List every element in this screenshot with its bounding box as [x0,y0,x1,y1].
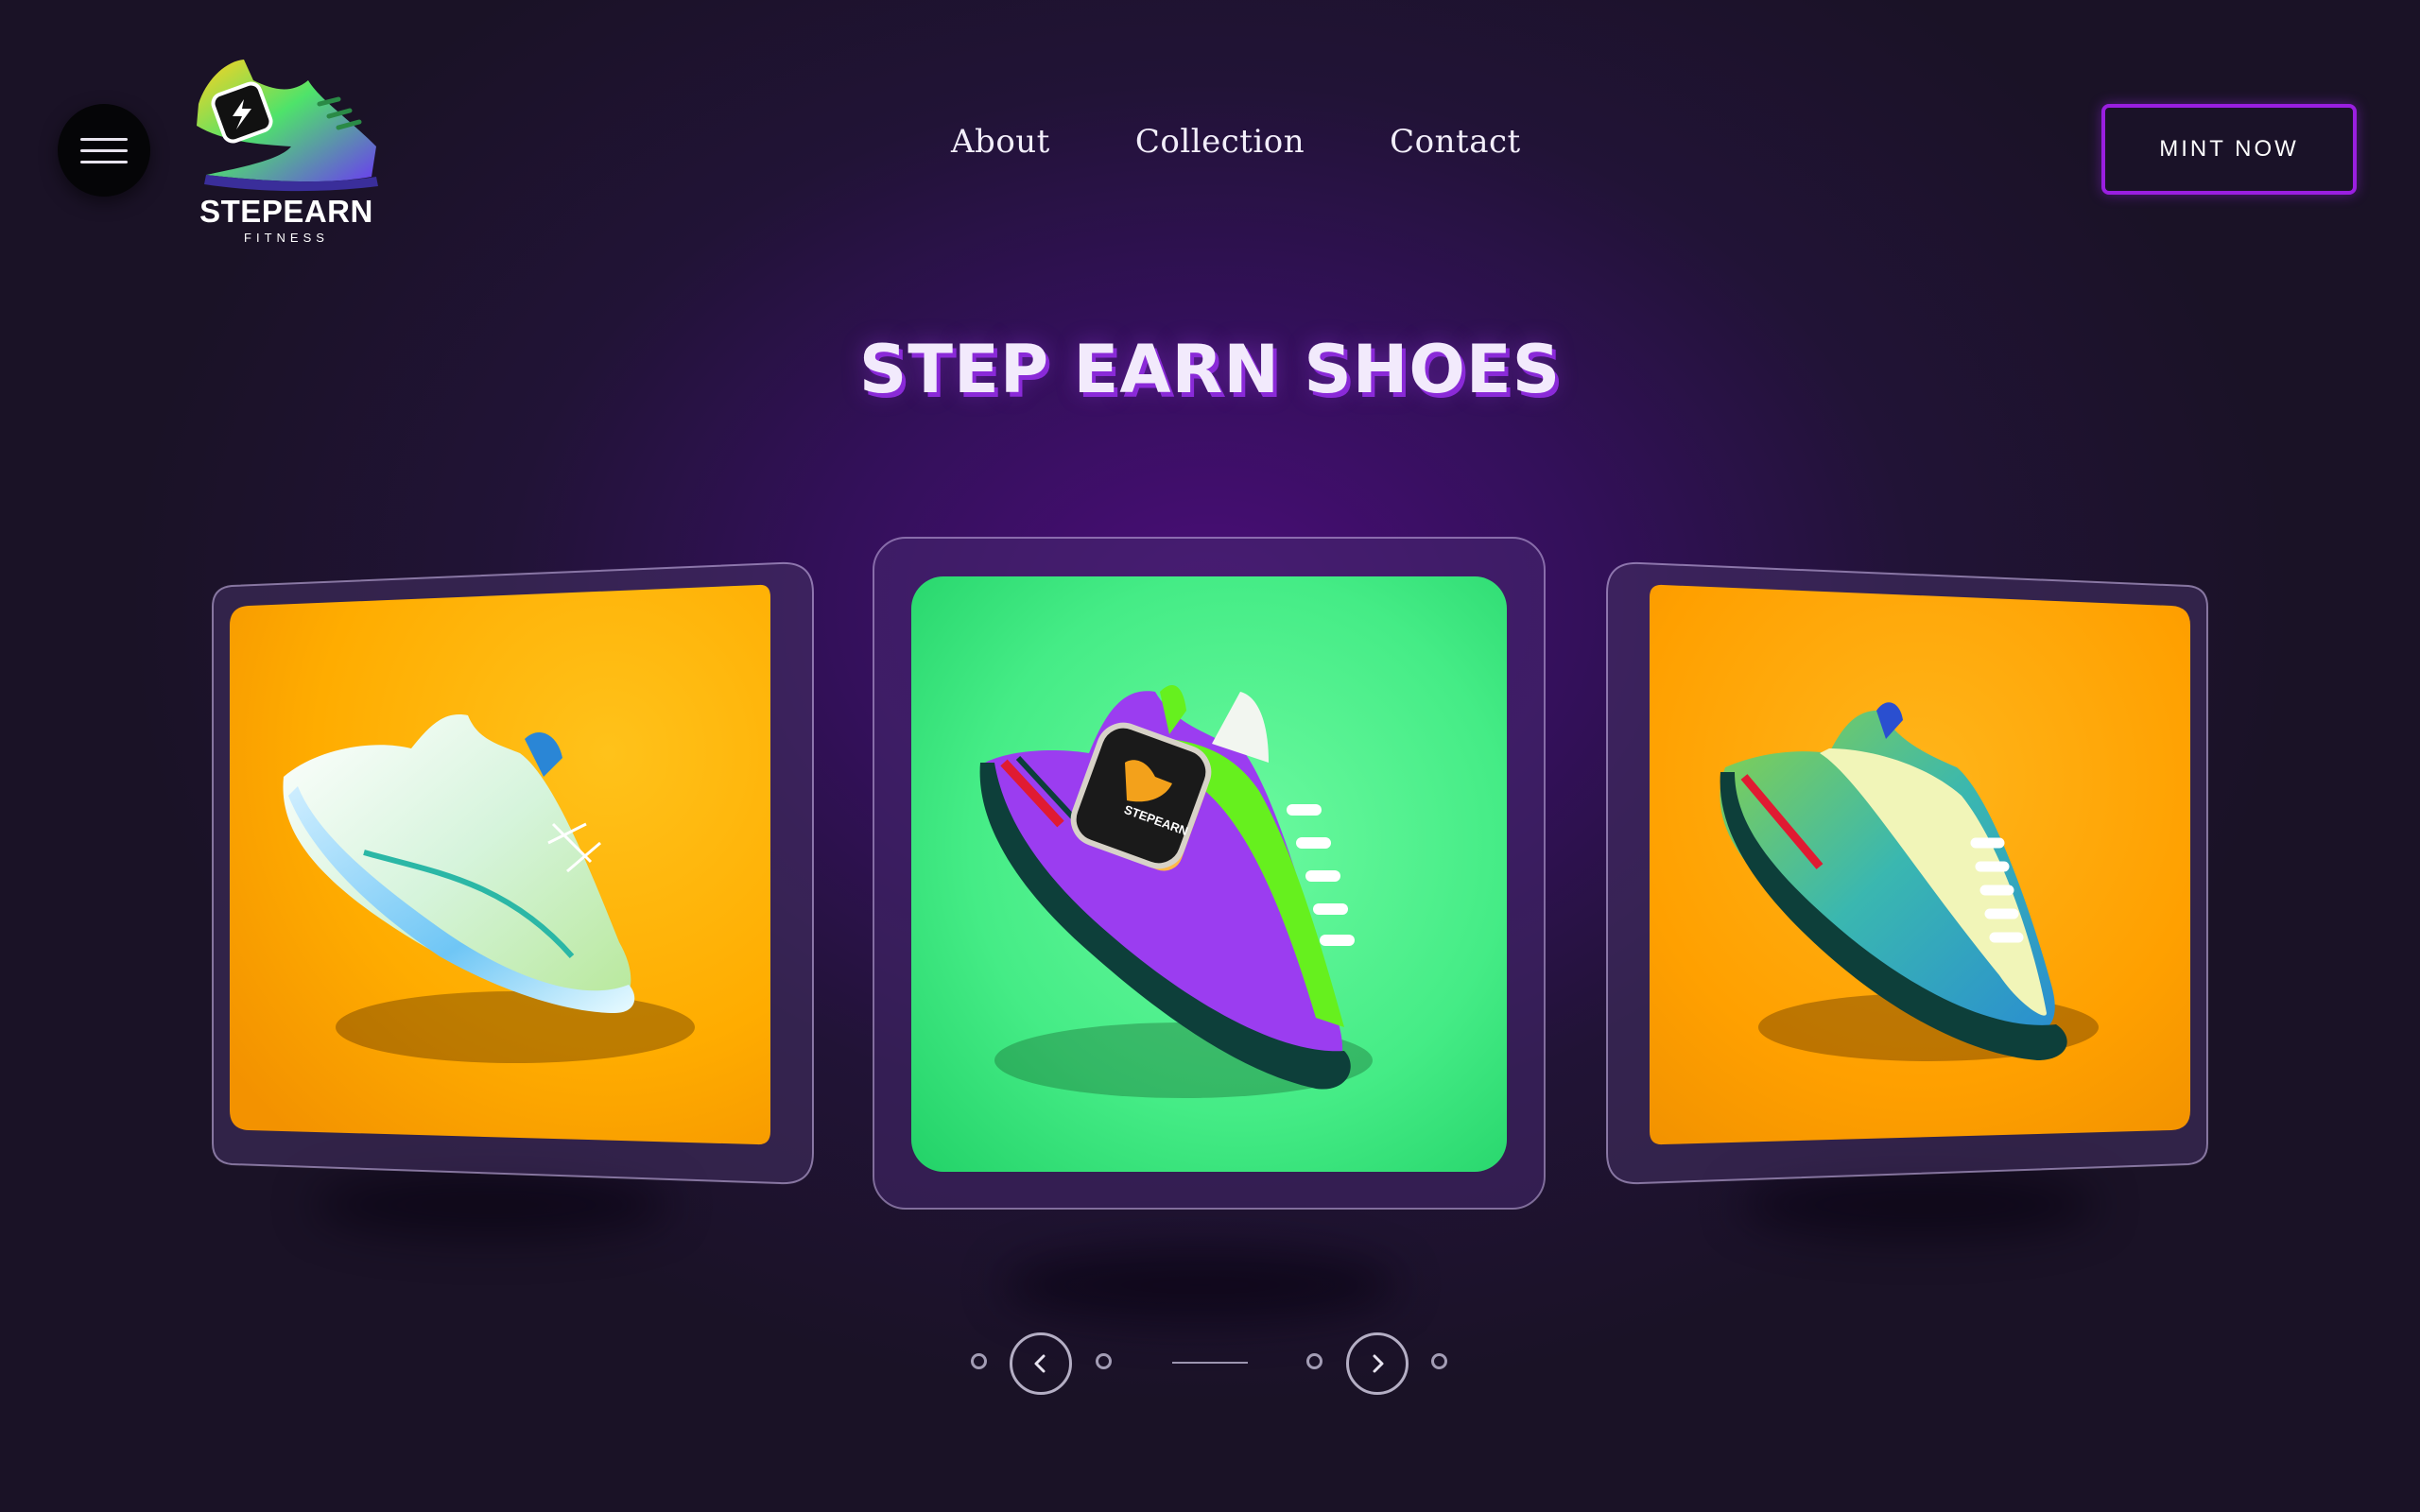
nav-link-contact[interactable]: Contact [1390,123,1521,161]
mint-now-button[interactable]: MINT NOW [2101,104,2357,195]
prev-slide-button[interactable] [1010,1332,1072,1395]
pager-divider [1172,1362,1248,1364]
chevron-right-icon [1373,1354,1384,1373]
pager-dot[interactable] [971,1353,987,1369]
page-title: STEP EARN SHOES [858,331,1562,408]
logo[interactable]: STEPEARN FITNESS [187,52,386,250]
shoe-card-left[interactable] [194,559,818,1188]
pager-dot[interactable] [1096,1353,1112,1369]
pager-dot[interactable] [1306,1353,1322,1369]
shoe-card-right[interactable] [1602,559,2226,1188]
hamburger-icon-line [80,160,128,163]
chevron-left-icon [1034,1354,1046,1373]
menu-button[interactable] [58,104,150,197]
sneaker-logo-icon [197,60,378,192]
carousel-pager [0,1331,2420,1397]
next-slide-button[interactable] [1346,1332,1409,1395]
nav-link-collection[interactable]: Collection [1135,123,1305,161]
pager-dot[interactable] [1431,1353,1447,1369]
shoe-card-center[interactable]: STEPEARN [872,536,1547,1211]
main-nav: About Collection Contact [951,123,1521,161]
card-floor-shadow [1002,1247,1399,1323]
hamburger-icon-line [80,148,128,152]
hamburger-icon-line [80,137,128,141]
logo-subtitle-text: FITNESS [244,231,329,245]
nav-link-about[interactable]: About [951,123,1050,161]
logo-brand-text: STEPEARN [199,194,373,229]
